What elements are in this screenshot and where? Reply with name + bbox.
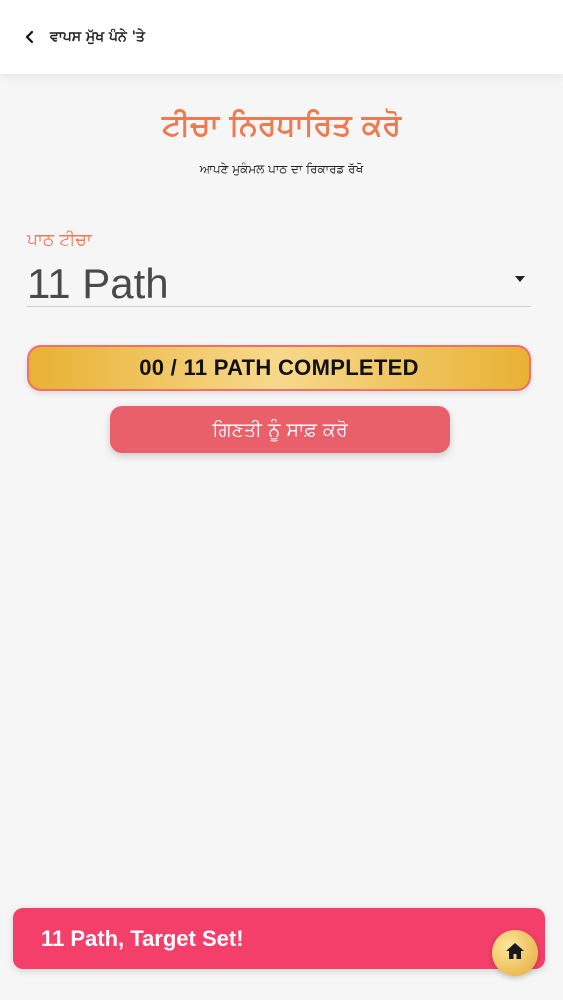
progress-status: 00 / 11 PATH COMPLETED	[27, 345, 531, 391]
toast-message: 11 Path, Target Set!	[41, 926, 244, 951]
page-subtitle: ਆਪਣੇ ਮੁਕੰਮਲ ਪਾਠ ਦਾ ਰਿਕਾਰਡ ਰੱਖੋ	[199, 162, 364, 176]
chevron-left-icon	[22, 29, 38, 45]
toast-notification: 11 Path, Target Set!	[13, 908, 545, 969]
back-label: ਵਾਪਸ ਮੁੱਖ ਪੰਨੇ 'ਤੇ	[50, 29, 145, 45]
page-title: ਟੀਚਾ ਨਿਰਧਾਰਿਤ ਕਰੋ	[162, 108, 401, 143]
top-bar: ਵਾਪਸ ਮੁੱਖ ਪੰਨੇ 'ਤੇ	[0, 0, 563, 74]
home-button[interactable]	[492, 930, 538, 976]
back-to-home-button[interactable]: ਵਾਪਸ ਮੁੱਖ ਪੰਨੇ 'ਤੇ	[22, 29, 145, 45]
reset-count-label: ਗਿਣਤੀ ਨੂੰ ਸਾਫ਼ ਕਰੋ	[212, 418, 348, 441]
home-icon	[505, 942, 525, 964]
progress-text: 00 / 11 PATH COMPLETED	[139, 355, 419, 380]
caret-down-icon	[515, 276, 525, 282]
target-field-label: ਪਾਠ ਟੀਚਾ	[27, 230, 92, 250]
reset-count-button[interactable]: ਗਿਣਤੀ ਨੂੰ ਸਾਫ਼ ਕਰੋ	[110, 406, 450, 453]
target-select-value: 11 Path	[27, 260, 169, 307]
target-select[interactable]: 11 Path	[27, 258, 531, 307]
